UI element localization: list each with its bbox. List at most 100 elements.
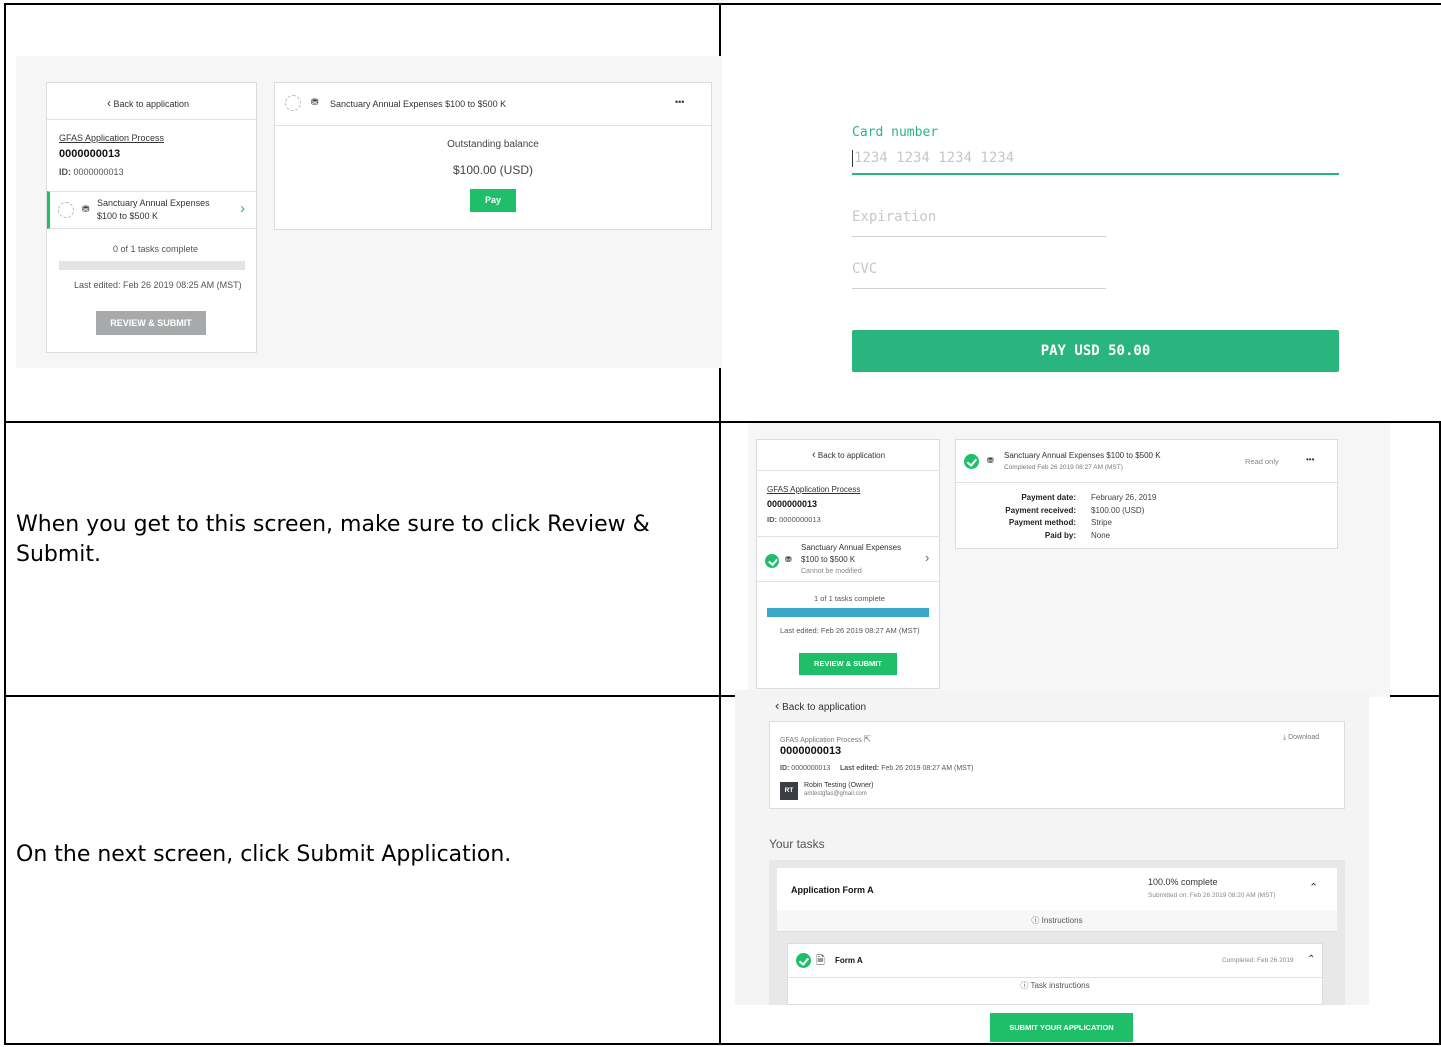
subtask-title: Form A — [835, 956, 863, 965]
application-number: 0000000013 — [767, 499, 818, 509]
external-link-icon: ⇱ — [863, 734, 872, 744]
screenshot-submit-application: ‹ Back to application GFAS Application P… — [735, 690, 1369, 1005]
instruction-review-submit: When you get to this screen, make sure t… — [16, 512, 650, 567]
cvc-placeholder: CVC — [852, 261, 878, 277]
your-tasks-heading: Your tasks — [769, 837, 825, 851]
document-icon: 🗎 — [816, 955, 825, 967]
instruction-submit-application: On the next screen, click Submit Applica… — [16, 842, 512, 867]
tasks-complete-label: 0 of 1 tasks complete — [113, 244, 199, 254]
sidebar-task-item[interactable]: ⛃ Sanctuary Annual Expenses $100 to $500… — [47, 191, 256, 229]
sidebar-task-item[interactable]: ⛃ Sanctuary Annual Expenses $100 to $500… — [757, 536, 939, 582]
chevron-up-icon[interactable]: ⌃ — [1307, 954, 1315, 965]
subtask-completed: Completed: Feb 26 2019 — [1222, 957, 1294, 964]
form-progress: 100.0% complete — [1148, 877, 1218, 887]
application-summary-card: GFAS Application Process ⇱ ⤓ Download 00… — [769, 721, 1345, 809]
screenshot-payment-complete: ‹ Back to application GFAS Application P… — [748, 423, 1390, 697]
card-divider — [956, 482, 1337, 483]
avatar: RT — [780, 782, 798, 800]
owner-email: amtestgfas@gmail.com — [804, 791, 867, 797]
paid-by-label: Paid by: — [1044, 530, 1076, 540]
task-progress-fill — [767, 608, 929, 617]
review-submit-button[interactable]: REVIEW & SUBMIT — [799, 653, 897, 675]
completed-check-icon — [964, 454, 979, 469]
pending-status-icon — [58, 202, 74, 218]
sidebar-divider — [757, 470, 939, 471]
completed-check-icon — [796, 953, 811, 968]
outstanding-amount: $100.00 (USD) — [452, 163, 534, 177]
more-options-icon[interactable]: ••• — [1306, 455, 1314, 464]
card-number-label: Card number — [852, 125, 939, 140]
payment-task-card: ⛃ Sanctuary Annual Expenses $100 to $500… — [955, 439, 1338, 549]
table-border-bottom — [4, 1043, 1441, 1045]
application-form-row[interactable]: Application Form A 100.0% complete Submi… — [777, 868, 1337, 910]
task-type-icon: ⛃ — [785, 555, 792, 564]
tasks-complete-label: 1 of 1 tasks complete — [814, 594, 885, 603]
chevron-right-icon: › — [925, 550, 930, 565]
payment-date-label: Payment date: — [1021, 493, 1076, 502]
screenshot-payment-pending: ‹ Back to application GFAS Application P… — [16, 56, 731, 368]
sidebar: ‹ Back to application GFAS Application P… — [756, 439, 940, 689]
review-submit-button[interactable]: REVIEW & SUBMIT — [96, 311, 206, 335]
sidebar-task-name: Sanctuary Annual Expenses $100 to $500 K… — [801, 543, 902, 575]
read-only-label: Read only — [1245, 457, 1279, 466]
card-number-placeholder: 1234 1234 1234 1234 — [854, 150, 1015, 166]
application-id: ID: 0000000013 — [59, 167, 124, 177]
application-id: ID: 0000000013 — [767, 515, 821, 524]
card-divider — [275, 125, 711, 126]
download-icon: ⤓ — [1283, 734, 1287, 741]
task-title: Sanctuary Annual Expenses $100 to $500 K — [1004, 451, 1161, 460]
sidebar: ‹ Back to application GFAS Application P… — [46, 82, 257, 353]
last-edited-label: Last edited: Feb 26 2019 08:27 AM (MST) — [780, 626, 920, 635]
info-icon: ⓘ — [1020, 981, 1029, 990]
card-number-input[interactable]: 1234 1234 1234 1234 — [852, 145, 1339, 175]
more-options-icon[interactable]: ••• — [675, 97, 684, 107]
process-link[interactable]: GFAS Application Process ⇱ — [780, 734, 871, 745]
task-progress-bar — [767, 608, 929, 617]
back-to-application-link[interactable]: ‹ Back to application — [775, 698, 866, 713]
pending-status-icon — [285, 95, 301, 111]
application-number: 0000000013 — [59, 148, 121, 160]
form-title: Application Form A — [791, 885, 874, 895]
chevron-left-icon: ‹ — [107, 96, 111, 110]
completed-timestamp: Completed Feb 26 2019 08:27 AM (MST) — [1004, 464, 1123, 471]
expiration-input[interactable]: Expiration — [852, 205, 1106, 237]
task-type-icon: ⛃ — [311, 97, 319, 107]
instructions-toggle[interactable]: ⓘ Instructions — [777, 910, 1337, 932]
tasks-container: Application Form A 100.0% complete Submi… — [769, 860, 1345, 1005]
process-link[interactable]: GFAS Application Process — [767, 485, 860, 494]
subtask-card[interactable]: 🗎 Form A Completed: Feb 26 2019 ⌃ ⓘ Task… — [787, 943, 1323, 1005]
completed-check-icon — [765, 554, 779, 568]
task-title: Sanctuary Annual Expenses $100 to $500 K — [330, 99, 507, 109]
payment-date-value: February 26, 2019 — [1091, 493, 1157, 502]
payment-received-label: Payment received: — [1005, 505, 1076, 515]
back-to-application-link[interactable]: ‹ Back to application — [812, 449, 885, 461]
owner-name: Robin Testing (Owner) — [804, 782, 874, 789]
payment-task-card: ⛃ Sanctuary Annual Expenses $100 to $500… — [274, 82, 712, 230]
payment-received-value: $100.00 (USD) — [1091, 505, 1145, 515]
paid-by-value: None — [1091, 530, 1111, 540]
task-type-icon: ⛃ — [82, 204, 90, 214]
submit-application-button[interactable]: SUBMIT YOUR APPLICATION — [990, 1013, 1133, 1042]
application-number: 0000000013 — [780, 745, 842, 757]
pay-button[interactable]: Pay — [470, 189, 516, 212]
cvc-input[interactable]: CVC — [852, 257, 1106, 289]
subtask-divider — [788, 977, 1322, 978]
sidebar-task-name: Sanctuary Annual Expenses $100 to $500 K — [97, 198, 210, 221]
pay-usd-button[interactable]: PAY USD 50.00 — [852, 330, 1339, 372]
text-cursor — [852, 150, 853, 167]
sidebar-divider — [47, 119, 256, 120]
info-icon: ⓘ — [1031, 916, 1040, 925]
process-link[interactable]: GFAS Application Process — [59, 133, 164, 143]
application-meta: ID: 0000000013 Last edited: Feb 26 2019 … — [780, 765, 974, 772]
download-link[interactable]: ⤓ Download — [1283, 734, 1319, 742]
chevron-up-icon[interactable]: ⌃ — [1309, 881, 1318, 894]
expiration-placeholder: Expiration — [852, 209, 937, 225]
task-type-icon: ⛃ — [987, 456, 994, 465]
chevron-left-icon: ‹ — [775, 698, 780, 713]
task-instructions-toggle[interactable]: ⓘ Task instructions — [788, 980, 1322, 991]
back-to-application-link[interactable]: ‹ Back to application — [107, 96, 189, 110]
table-border-left — [4, 3, 6, 1045]
outstanding-balance-label: Outstanding balance — [447, 139, 539, 150]
last-edited-label: Last edited: Feb 26 2019 08:25 AM (MST) — [74, 280, 242, 290]
chevron-left-icon: ‹ — [812, 449, 816, 461]
